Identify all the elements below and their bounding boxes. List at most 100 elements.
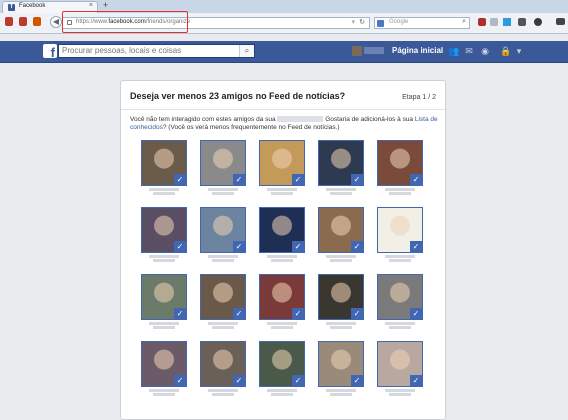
checkmark-icon[interactable]: ✓ (292, 174, 304, 185)
friend-photo[interactable]: ✓ (200, 140, 246, 186)
friend-photo[interactable]: ✓ (200, 207, 246, 253)
checkmark-icon[interactable]: ✓ (351, 174, 363, 185)
dialog-title: Deseja ver menos 23 amigos no Feed de no… (130, 91, 346, 101)
facebook-logo[interactable]: f (43, 44, 57, 58)
checkmark-icon[interactable]: ✓ (233, 308, 245, 319)
checkmark-icon[interactable]: ✓ (174, 174, 186, 185)
checkmark-icon[interactable]: ✓ (351, 241, 363, 252)
friend-name-blurred (198, 388, 248, 398)
browser-search-bar[interactable]: Google ⌕ (374, 17, 470, 29)
download-icon[interactable] (503, 18, 511, 26)
checkmark-icon[interactable]: ✓ (174, 308, 186, 319)
addon-icon[interactable] (5, 17, 13, 26)
home-link[interactable]: Página inicial (392, 46, 443, 55)
checkmark-icon[interactable]: ✓ (410, 241, 422, 252)
messages-icon[interactable]: ✉ (464, 46, 474, 56)
friend-photo[interactable]: ✓ (377, 341, 423, 387)
friend-photo[interactable]: ✓ (259, 341, 305, 387)
dialog-header: Deseja ver menos 23 amigos no Feed de no… (121, 81, 445, 110)
facebook-search-input[interactable]: Procurar pessoas, locais e coisas ⌕ (58, 44, 255, 58)
friend-name-blurred (375, 187, 425, 197)
friend-name-blurred (375, 254, 425, 264)
avatar[interactable] (352, 46, 362, 56)
friend-name-blurred (139, 254, 189, 264)
checkmark-icon[interactable]: ✓ (410, 174, 422, 185)
friend-photo[interactable]: ✓ (377, 207, 423, 253)
friend-photo[interactable]: ✓ (259, 274, 305, 320)
checkmark-icon[interactable]: ✓ (292, 375, 304, 386)
tab-title: Facebook (19, 3, 46, 9)
facebook-top-bar: f Procurar pessoas, locais e coisas ⌕ Pá… (0, 41, 568, 63)
friend-requests-icon[interactable]: 👥 (448, 46, 459, 56)
tab-close-icon[interactable]: × (89, 2, 93, 9)
checkmark-icon[interactable]: ✓ (174, 375, 186, 386)
browser-search-placeholder: Google (389, 19, 409, 25)
friend-name-blurred (316, 254, 366, 264)
friend-photo[interactable]: ✓ (318, 207, 364, 253)
menu-dropdown-icon[interactable] (490, 18, 498, 26)
friend-photo[interactable]: ✓ (318, 274, 364, 320)
google-engine-icon[interactable] (377, 20, 384, 27)
new-tab-button[interactable]: + (103, 0, 108, 10)
blurred-text (277, 116, 324, 123)
friend-photo[interactable]: ✓ (141, 274, 187, 320)
friend-photo[interactable]: ✓ (318, 341, 364, 387)
friend-name-blurred (316, 321, 366, 331)
addon-icon[interactable] (478, 18, 486, 26)
friend-photo[interactable]: ✓ (318, 140, 364, 186)
hide-friends-dialog: Deseja ver menos 23 amigos no Feed de no… (120, 80, 446, 420)
checkmark-icon[interactable]: ✓ (292, 241, 304, 252)
dropdown-icon[interactable]: ▾ (351, 18, 355, 26)
notifications-icon[interactable]: ◉ (480, 46, 490, 56)
friend-name-blurred (257, 254, 307, 264)
friend-photo[interactable]: ✓ (141, 207, 187, 253)
privacy-icon[interactable]: 🔒 (500, 46, 511, 56)
addon-icon[interactable] (33, 17, 41, 26)
account-dropdown-icon[interactable]: ▾ (514, 46, 524, 56)
checkmark-icon[interactable]: ✓ (410, 375, 422, 386)
pocket-icon[interactable] (534, 18, 542, 26)
friend-name-blurred (316, 388, 366, 398)
checkmark-icon[interactable]: ✓ (233, 375, 245, 386)
friend-photo[interactable]: ✓ (377, 274, 423, 320)
search-icon[interactable]: ⌕ (239, 45, 254, 57)
url-highlight-annotation (62, 11, 188, 33)
checkmark-icon[interactable]: ✓ (174, 241, 186, 252)
dialog-description: Você não tem interagido com estes amigos… (130, 116, 438, 131)
friend-name-blurred (139, 321, 189, 331)
reload-icon[interactable]: ↻ (359, 18, 365, 26)
friend-name-blurred (257, 388, 307, 398)
friend-photo[interactable]: ✓ (141, 341, 187, 387)
friend-name-blurred (375, 388, 425, 398)
addon-icon[interactable] (19, 17, 27, 26)
back-button-icon[interactable]: ◀ (50, 16, 62, 28)
search-icon[interactable]: ⌕ (462, 18, 466, 26)
checkmark-icon[interactable]: ✓ (233, 241, 245, 252)
home-icon[interactable] (518, 18, 526, 26)
hamburger-menu-icon[interactable] (556, 18, 565, 25)
checkmark-icon[interactable]: ✓ (351, 375, 363, 386)
friend-name-blurred (316, 187, 366, 197)
friend-name-blurred (257, 321, 307, 331)
profile-name-blurred[interactable] (364, 47, 384, 54)
friend-name-blurred (139, 388, 189, 398)
step-indicator: Etapa 1 / 2 (402, 94, 436, 101)
facebook-favicon-icon: f (8, 4, 15, 11)
friend-photo[interactable]: ✓ (200, 274, 246, 320)
friend-name-blurred (139, 187, 189, 197)
friend-name-blurred (198, 254, 248, 264)
friend-photo[interactable]: ✓ (377, 140, 423, 186)
friend-name-blurred (198, 321, 248, 331)
checkmark-icon[interactable]: ✓ (292, 308, 304, 319)
friend-photo[interactable]: ✓ (141, 140, 187, 186)
friend-photo[interactable]: ✓ (259, 207, 305, 253)
friend-photo[interactable]: ✓ (259, 140, 305, 186)
checkmark-icon[interactable]: ✓ (410, 308, 422, 319)
checkmark-icon[interactable]: ✓ (233, 174, 245, 185)
friend-photo[interactable]: ✓ (200, 341, 246, 387)
friend-name-blurred (375, 321, 425, 331)
facebook-search-placeholder: Procurar pessoas, locais e coisas (62, 46, 182, 55)
friend-name-blurred (198, 187, 248, 197)
friend-name-blurred (257, 187, 307, 197)
checkmark-icon[interactable]: ✓ (351, 308, 363, 319)
